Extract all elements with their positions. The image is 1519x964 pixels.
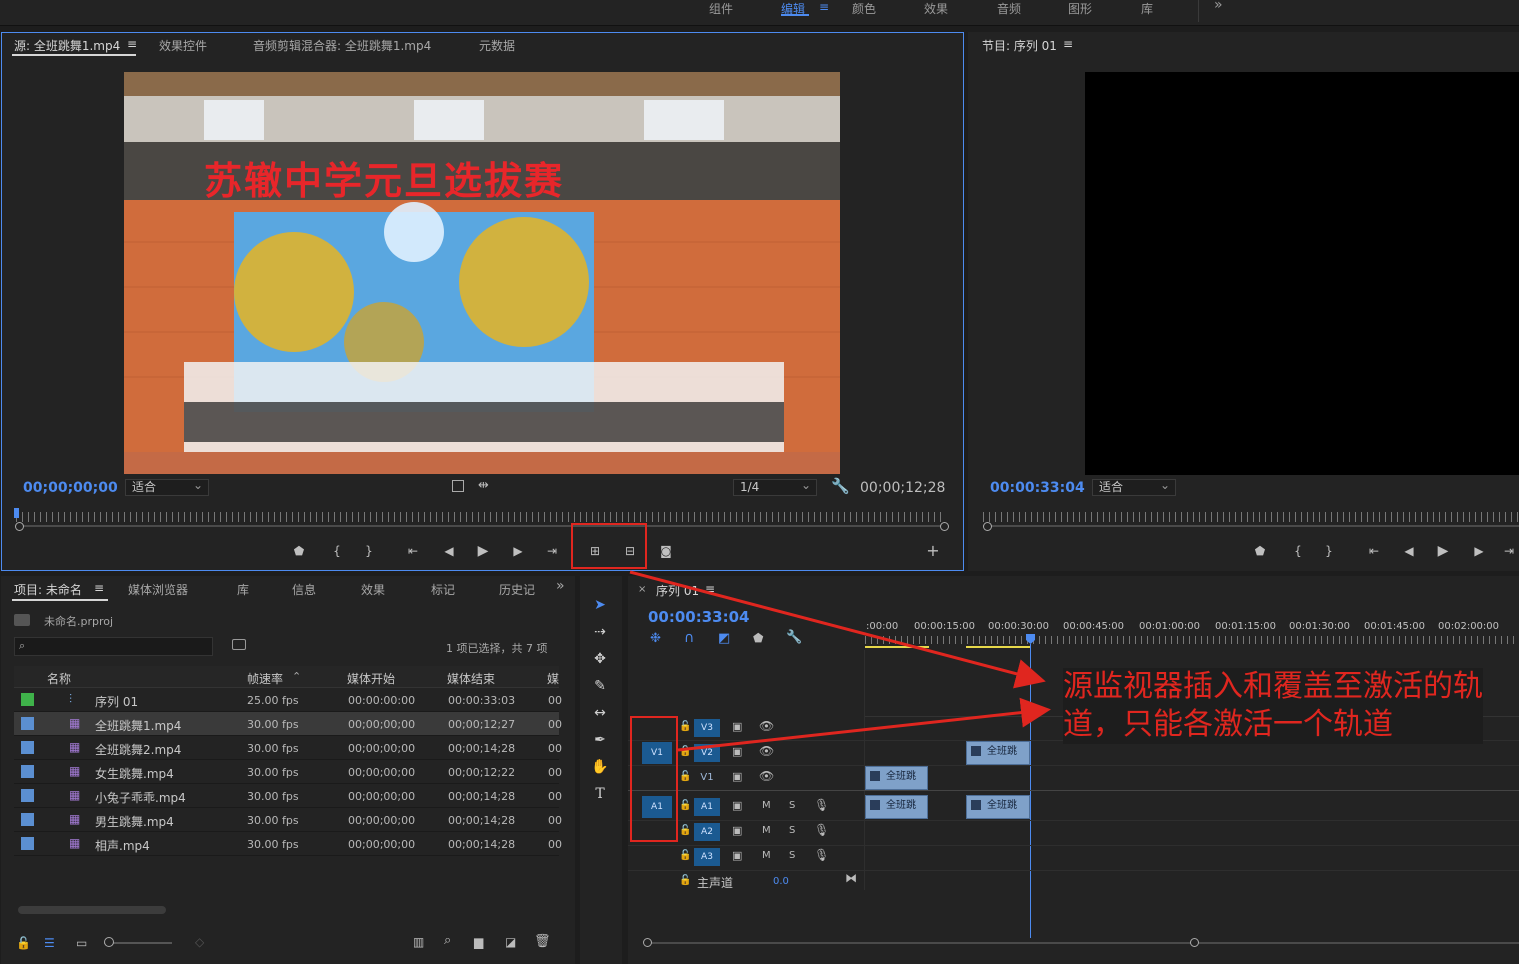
- annotation-text: 源监视器插入和覆盖至激活的轨 道，只能各激活一个轨道: [1063, 668, 1483, 744]
- annotation-line-1: 源监视器插入和覆盖至激活的轨: [1063, 669, 1483, 704]
- annotation-arrows: [629, 570, 1051, 752]
- arrow-to-text-top: [629, 570, 1046, 689]
- annotation-line-2: 道，只能各激活一个轨道: [1063, 707, 1393, 742]
- arrow-to-text-bottom: [677, 697, 1051, 752]
